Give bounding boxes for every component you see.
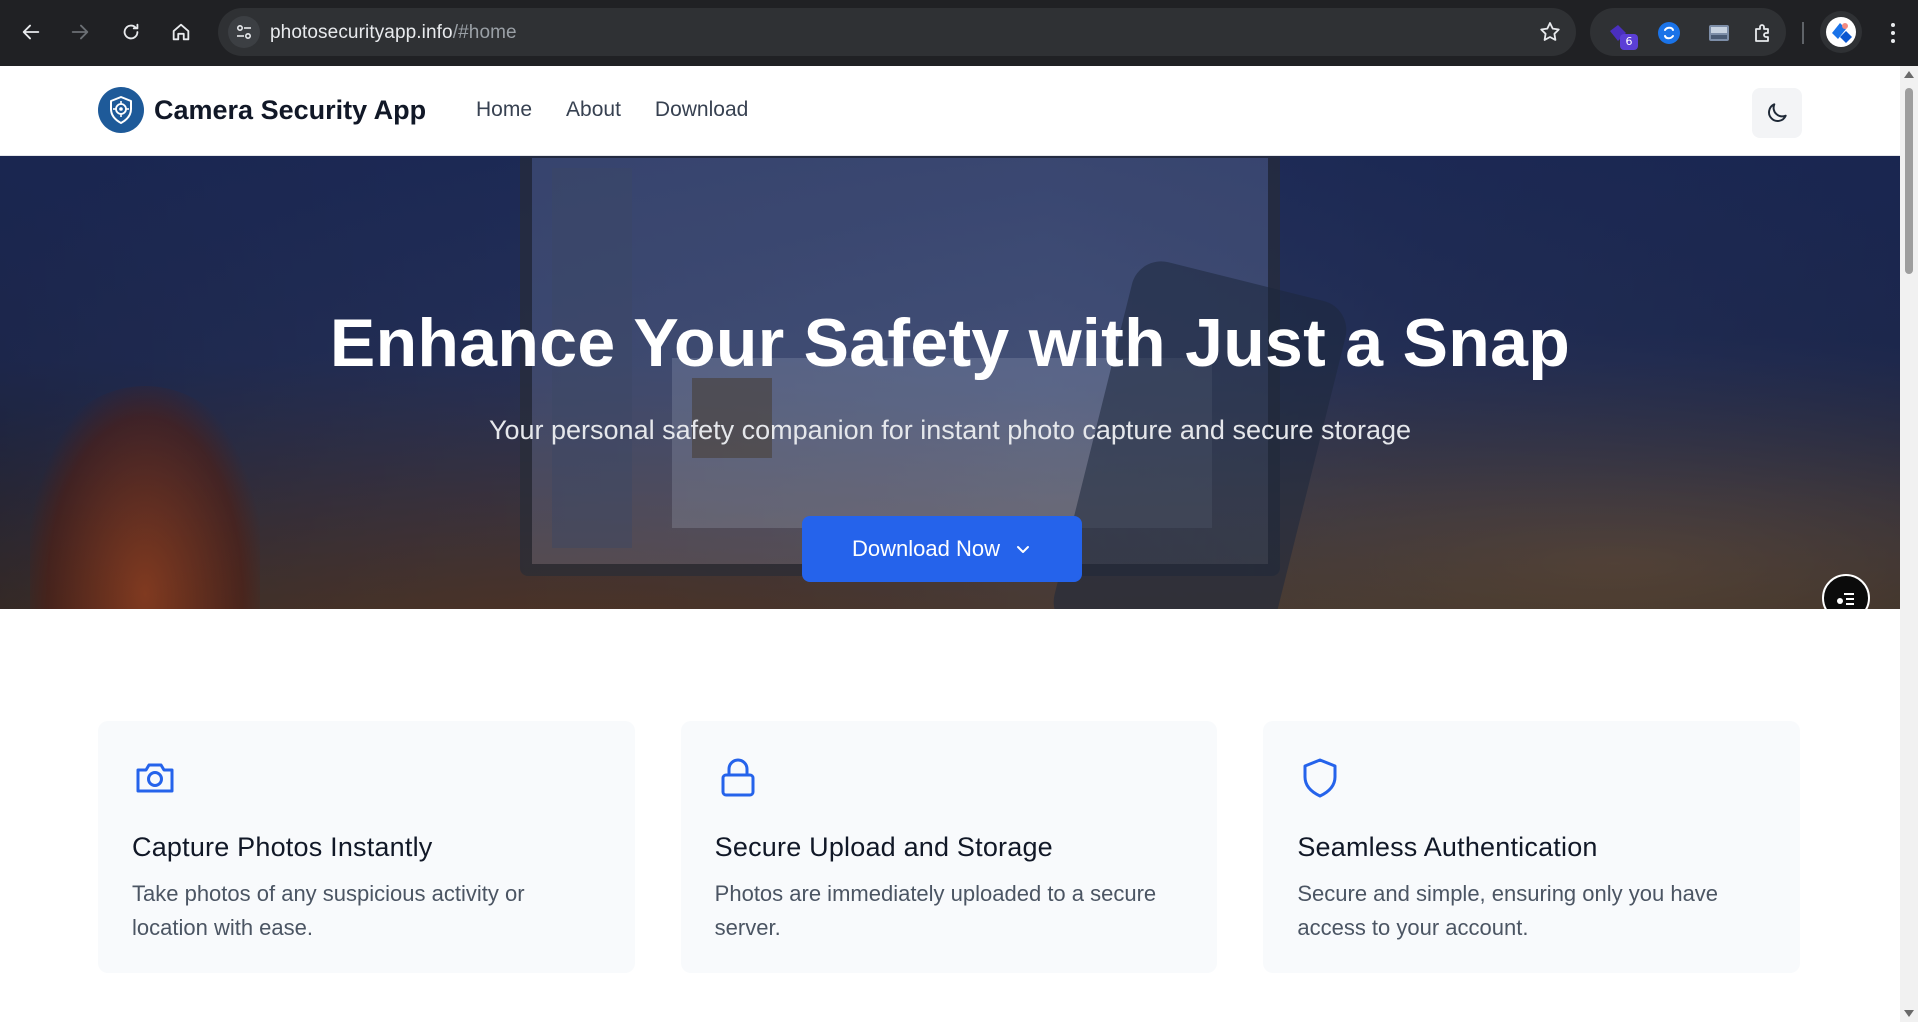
feature-card: Capture Photos Instantly Take photos of … bbox=[98, 721, 635, 973]
hero-subtitle: Your personal safety companion for insta… bbox=[488, 415, 1412, 445]
forward-button[interactable] bbox=[61, 13, 99, 51]
moon-icon bbox=[1768, 103, 1787, 122]
feature-title: Secure Upload and Storage bbox=[714, 832, 1053, 862]
url-text[interactable]: photosecurityapp.info/#home bbox=[270, 22, 517, 44]
shield-target-icon bbox=[110, 96, 132, 124]
home-icon bbox=[172, 23, 190, 41]
feature-title: Seamless Authentication bbox=[1297, 832, 1598, 862]
feature-description: Take photos of any suspicious activity o… bbox=[132, 881, 525, 940]
reload-button[interactable] bbox=[112, 13, 150, 51]
arrow-left-icon bbox=[22, 24, 40, 40]
feature-card: Seamless Authentication Secure and simpl… bbox=[1263, 721, 1801, 973]
extension-blue-icon bbox=[1658, 22, 1680, 44]
bookmark-star-icon[interactable] bbox=[1538, 20, 1562, 44]
url-path: /#home bbox=[452, 22, 517, 43]
lock-icon bbox=[721, 758, 755, 797]
extension-blue[interactable] bbox=[1656, 20, 1682, 46]
hero-title: Enhance Your Safety with Just a Snap bbox=[329, 305, 1571, 381]
shield-icon bbox=[1303, 758, 1337, 798]
brand-logo bbox=[98, 87, 144, 133]
site-nav: Home About Download bbox=[476, 98, 748, 122]
feature-title: Capture Photos Instantly bbox=[132, 832, 433, 862]
nav-link-home[interactable]: Home bbox=[476, 98, 532, 122]
extensions-menu-button[interactable] bbox=[1750, 20, 1776, 46]
nav-link-about[interactable]: About bbox=[566, 98, 621, 122]
hero-section: Enhance Your Safety with Just a Snap You… bbox=[0, 156, 1900, 609]
extension-purple[interactable]: 6 bbox=[1606, 20, 1638, 50]
url-host: photosecurityapp.info bbox=[270, 22, 453, 43]
avatar-icon bbox=[1832, 23, 1852, 43]
tune-icon bbox=[236, 24, 252, 40]
brand[interactable]: Camera Security App bbox=[98, 87, 426, 133]
extension-badge: 6 bbox=[1620, 34, 1638, 50]
puzzle-icon bbox=[1755, 24, 1769, 42]
feature-description: Secure and simple, ensuring only you hav… bbox=[1297, 881, 1719, 940]
arrow-right-icon bbox=[71, 24, 89, 40]
back-button[interactable] bbox=[12, 13, 50, 51]
feature-description: Photos are immediately uploaded to a sec… bbox=[714, 881, 1157, 940]
floating-widget-button[interactable] bbox=[1822, 574, 1870, 609]
profile-button[interactable] bbox=[1820, 11, 1862, 53]
scroll-down-arrow[interactable] bbox=[1904, 1010, 1914, 1017]
chevron-down-icon bbox=[1016, 546, 1029, 553]
list-settings-icon bbox=[1837, 593, 1854, 605]
download-now-label: Download Now bbox=[852, 536, 1000, 561]
page-viewport: Camera Security App Home About Download … bbox=[0, 66, 1900, 1022]
avatar bbox=[1826, 17, 1856, 47]
page-scrollbar[interactable] bbox=[1900, 66, 1918, 1022]
address-bar[interactable]: photosecurityapp.info/#home bbox=[218, 8, 1576, 56]
toolbar-separator bbox=[1802, 22, 1804, 44]
download-now-button[interactable]: Download Now bbox=[802, 516, 1082, 582]
brand-name: Camera Security App bbox=[154, 94, 427, 125]
camera-icon bbox=[136, 763, 174, 793]
scroll-up-arrow[interactable] bbox=[1904, 71, 1914, 78]
site-header: Camera Security App Home About Download bbox=[0, 66, 1900, 156]
site-info-button[interactable] bbox=[228, 16, 260, 48]
scroll-thumb[interactable] bbox=[1905, 88, 1913, 274]
theme-toggle-button[interactable] bbox=[1752, 88, 1802, 138]
browser-toolbar: photosecurityapp.info/#home 6 bbox=[0, 0, 1918, 66]
home-button[interactable] bbox=[162, 13, 200, 51]
extension-image[interactable] bbox=[1706, 20, 1732, 46]
feature-card: Secure Upload and Storage Photos are imm… bbox=[680, 721, 1218, 973]
extension-image-icon bbox=[1709, 25, 1729, 41]
reload-icon bbox=[123, 23, 139, 40]
browser-menu-button[interactable] bbox=[1878, 16, 1908, 50]
extensions-area: 6 bbox=[1590, 8, 1786, 56]
nav-link-download[interactable]: Download bbox=[655, 98, 748, 122]
features-section: Capture Photos Instantly Take photos of … bbox=[98, 721, 1801, 973]
